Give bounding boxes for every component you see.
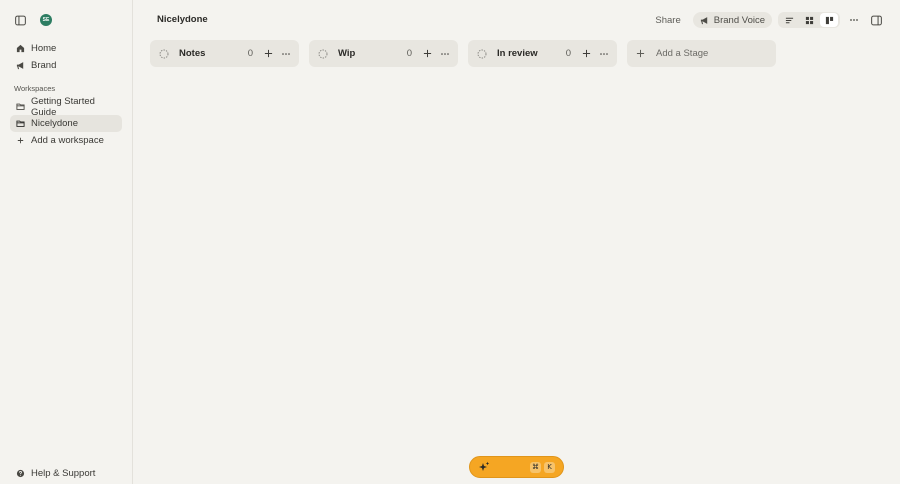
board-icon <box>825 16 833 24</box>
sidebar-item-label: Home <box>31 43 57 54</box>
sidebar-top: SE <box>12 12 52 28</box>
add-card-icon[interactable] <box>422 48 433 59</box>
stage-wip[interactable]: Wip 0 <box>309 40 458 67</box>
sidebar-bottom: Help & Support <box>10 465 95 482</box>
stage-notes[interactable]: Notes 0 <box>150 40 299 67</box>
header-actions: Share Brand Voice <box>649 12 884 28</box>
workspace-item-nicelydone[interactable]: Nicelydone <box>10 115 122 132</box>
home-icon <box>16 44 25 53</box>
sidebar-item-label: Help & Support <box>31 468 96 479</box>
sidebar-toggle-icon[interactable] <box>12 12 28 28</box>
brand-voice-label: Brand Voice <box>713 14 765 26</box>
add-stage-label: Add a Stage <box>656 48 709 59</box>
help-icon <box>16 469 25 478</box>
sidebar-item-home[interactable]: Home <box>10 40 122 57</box>
k-key: K <box>544 461 555 473</box>
folder-icon <box>16 103 25 110</box>
sidebar-item-label: Nicelydone <box>31 118 78 129</box>
view-switcher <box>778 12 840 28</box>
stage-count: 0 <box>406 48 412 59</box>
plus-icon <box>635 48 646 59</box>
brand-voice-button[interactable]: Brand Voice <box>692 12 772 28</box>
right-panel-toggle-icon[interactable] <box>868 12 884 28</box>
megaphone-icon <box>16 62 24 70</box>
avatar[interactable]: SE <box>40 14 52 26</box>
stage-status-icon <box>158 48 169 59</box>
sidebar-item-label: Add a workspace <box>31 135 104 146</box>
add-stage-button[interactable]: Add a Stage <box>627 40 776 67</box>
stage-name: Wip <box>338 48 356 59</box>
add-card-icon[interactable] <box>581 48 592 59</box>
stage-menu-icon[interactable] <box>439 48 450 59</box>
stage-name: Notes <box>179 48 206 59</box>
command-key: ⌘ <box>530 461 541 473</box>
stage-count: 0 <box>247 48 253 59</box>
stage-menu-icon[interactable] <box>598 48 609 59</box>
add-card-icon[interactable] <box>263 48 274 59</box>
sidebar-item-label: Brand <box>31 60 57 71</box>
stage-status-icon <box>317 48 328 59</box>
megaphone-icon <box>700 16 707 24</box>
sidebar-item-brand[interactable]: Brand <box>10 57 122 74</box>
ai-command-bar[interactable]: ⌘ K <box>469 456 564 478</box>
stage-name: In review <box>497 48 538 59</box>
stage-status-icon <box>476 48 487 59</box>
workspaces-heading: Workspaces <box>14 84 56 93</box>
sidebar-nav: Home Brand Workspaces Getting Started Gu… <box>10 40 122 149</box>
folder-icon <box>16 120 25 127</box>
help-support-button[interactable]: Help & Support <box>10 465 95 482</box>
plus-icon <box>17 137 24 144</box>
sparkle-icon <box>479 461 490 471</box>
stage-in-review[interactable]: In review 0 <box>468 40 617 67</box>
share-button[interactable]: Share <box>649 15 686 26</box>
sidebar-item-label: Getting Started Guide <box>31 95 95 118</box>
list-icon <box>785 17 793 23</box>
shortcut-keys: ⌘ K <box>530 461 555 473</box>
grid-view-button[interactable] <box>800 13 818 27</box>
stage-menu-icon[interactable] <box>280 48 291 59</box>
more-options-icon[interactable] <box>846 12 862 28</box>
grid-icon <box>805 16 813 24</box>
list-view-button[interactable] <box>780 13 798 27</box>
add-workspace-button[interactable]: Add a workspace <box>10 132 122 149</box>
workspace-item-getting-started[interactable]: Getting Started Guide <box>10 95 122 118</box>
sidebar: SE Home Brand Workspaces Getting Started… <box>0 0 133 484</box>
board-view-button[interactable] <box>820 13 838 27</box>
board: Notes 0 Wip 0 In review 0 Add a Stage <box>150 40 776 67</box>
stage-count: 0 <box>565 48 571 59</box>
page-title: Nicelydone <box>157 14 208 25</box>
